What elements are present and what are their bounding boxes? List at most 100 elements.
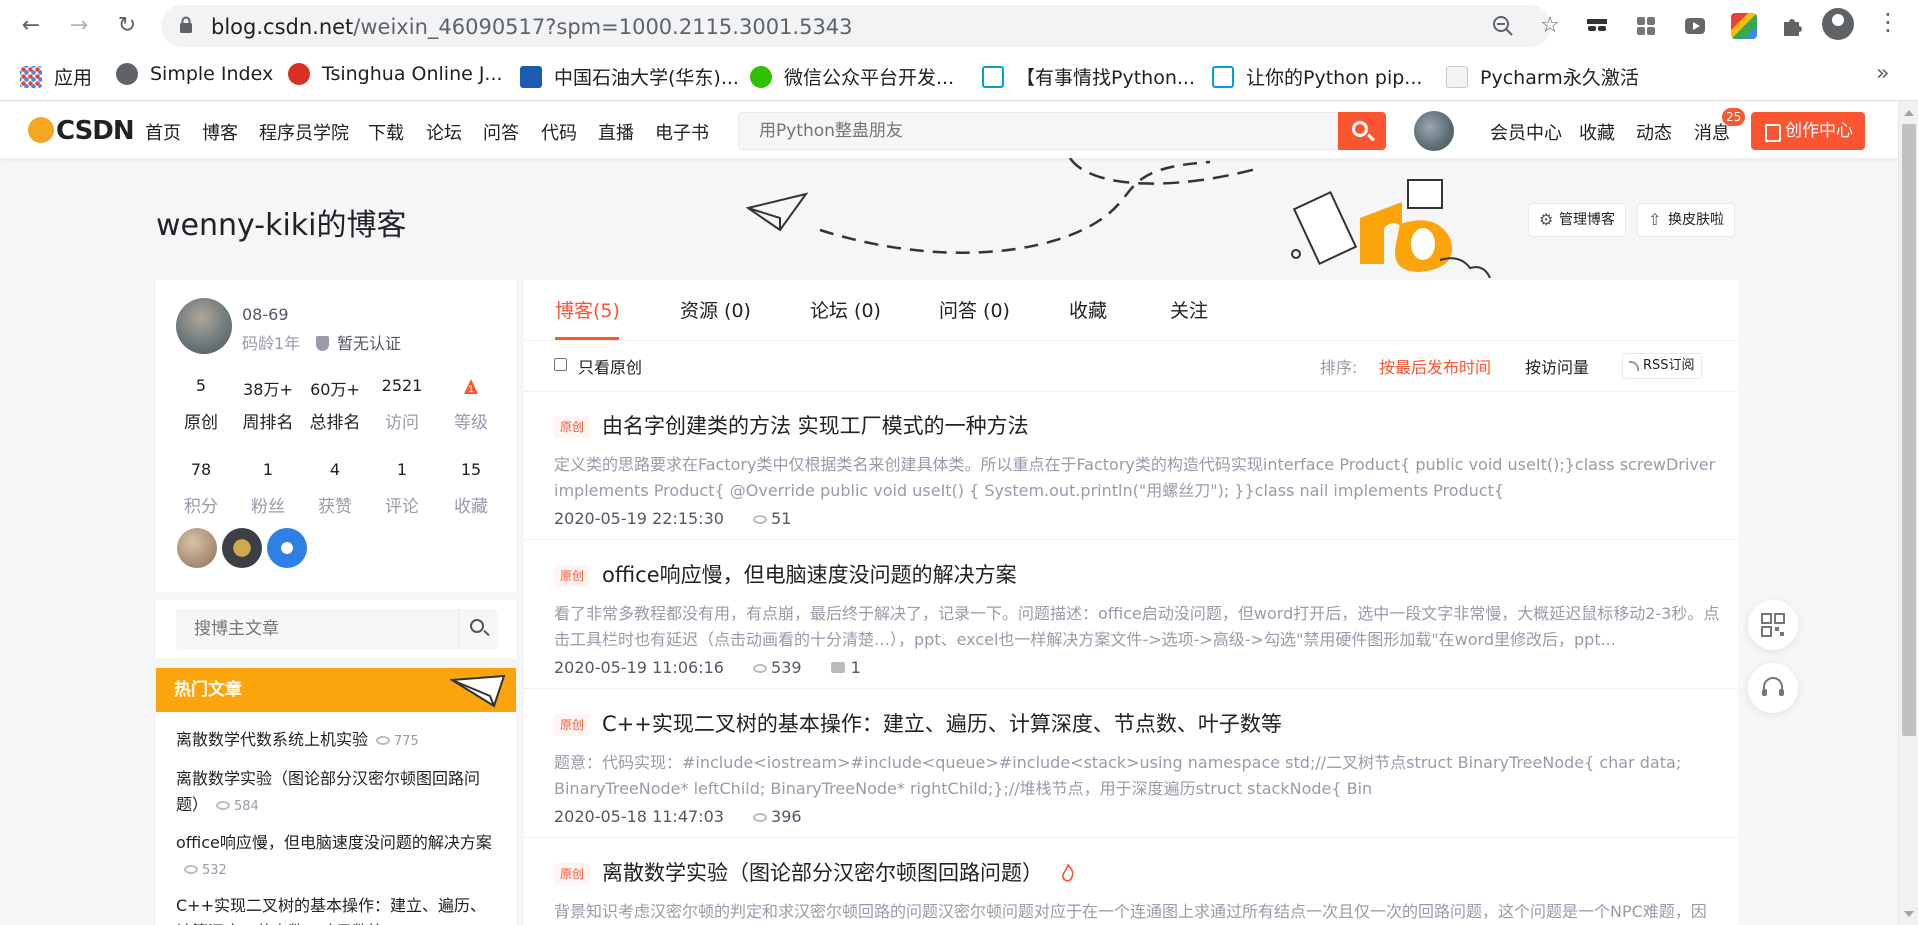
scroll-up-arrow-icon[interactable] [1904,110,1914,116]
article-item[interactable]: 原创 office响应慢，但电脑速度没问题的解决方案 看了非常多教程都没有用，有… [524,541,1738,689]
nav-vip-center[interactable]: 会员中心 [1490,119,1562,145]
nav-favorites[interactable]: 收藏 [1579,119,1615,145]
hot-article-item[interactable]: 离散数学代数系统上机实验 775 [176,727,496,755]
article-item[interactable]: 原创 C++实现二叉树的基本操作：建立、遍历、计算深度、节点数、叶子数等 题意：… [524,690,1738,838]
page-scrollbar[interactable] [1898,102,1918,925]
medal-blue-icon[interactable] [267,528,307,568]
bookmarks-bar: 应用 Simple Index Tsinghua Online J... 中国石… [0,55,1918,95]
rss-subscribe-button[interactable]: RSS订阅 [1622,353,1702,379]
hot-article-item[interactable]: 离散数学实验（图论部分汉密尔顿图回路问题） 584 [176,766,496,820]
site-search-button[interactable] [1338,112,1386,150]
hot-article-item[interactable]: C++实现二叉树的基本操作：建立、遍历、计算深度、节点数、叶子数等 [176,893,496,925]
stat-level[interactable]: 1 等级 [441,376,501,433]
bookmark-bilibili-1[interactable]: 【有事情找Python... [982,63,1195,90]
stat-comments[interactable]: 1 评论 [372,460,432,517]
stat-fans[interactable]: 1 粉丝 [238,460,298,517]
manage-blog-button[interactable]: ⚙ 管理博客 [1528,203,1626,237]
nav-ebook[interactable]: 电子书 [655,119,709,145]
profile-code-age: 码龄1年 [242,334,301,353]
bookmark-simple-index[interactable]: Simple Index [116,63,273,85]
customer-service-headset-icon[interactable] [1748,663,1798,713]
qrcode-icon[interactable] [1748,600,1798,650]
stat-visits[interactable]: 2521 访问 [372,376,432,433]
original-tag: 原创 [554,863,590,885]
article-views: 396 [771,807,802,826]
back-arrow-icon[interactable]: ← [14,8,48,42]
article-title[interactable]: 由名字创建类的方法 实现工厂模式的一种方法 [602,410,1029,440]
bookmark-label: 微信公众平台开发... [784,67,955,89]
bookmarks-overflow-icon[interactable]: » [1876,61,1889,86]
nav-qa[interactable]: 问答 [483,119,519,145]
tab-favorites[interactable]: 收藏 [1069,296,1107,323]
nav-forum[interactable]: 论坛 [426,119,462,145]
extension-video-icon[interactable] [1682,13,1708,39]
profile-avatar[interactable] [176,298,232,354]
reload-icon[interactable]: ↻ [110,8,144,42]
article-item[interactable]: 原创 离散数学实验（图论部分汉密尔顿图回路问题） 背景知识考虑汉密尔顿的判定和求… [524,839,1738,925]
bookmark-star-icon[interactable]: ☆ [1538,14,1562,38]
site-search-input[interactable] [739,113,1337,149]
nav-blog[interactable]: 博客 [202,119,238,145]
nav-live[interactable]: 直播 [598,119,634,145]
change-skin-button[interactable]: ⇧ 换皮肤啦 [1637,203,1735,237]
nav-code[interactable]: 代码 [541,119,577,145]
medal-year-icon[interactable] [222,528,262,568]
eye-icon [184,865,198,874]
tab-following[interactable]: 关注 [1170,296,1208,323]
stat-original[interactable]: 5 原创 [171,376,231,433]
extensions-puzzle-icon[interactable] [1779,13,1805,39]
article-meta: 2020-05-19 22:15:30 51 [554,509,791,528]
original-only-checkbox[interactable] [554,358,567,371]
bilibili-tv-icon [982,65,1004,88]
scroll-down-arrow-icon[interactable] [1904,911,1914,917]
csdn-logo[interactable]: CSDN [28,116,135,146]
forward-arrow-icon[interactable]: → [62,8,96,42]
stat-week-rank[interactable]: 38万+ 周排名 [238,376,298,433]
profile-cert: 暂无认证 [316,330,401,354]
nav-download[interactable]: 下载 [368,119,404,145]
nav-activity[interactable]: 动态 [1636,119,1672,145]
address-bar[interactable]: blog.csdn.net/weixin_46090517?spm=1000.2… [161,5,1560,47]
tab-forum[interactable]: 论坛 (0) [810,296,881,323]
bookmark-upc[interactable]: 中国石油大学(华东)... [520,63,739,90]
tab-blog[interactable]: 博客(5) [555,296,620,323]
stat-favorites[interactable]: 15 收藏 [441,460,501,517]
zoom-out-icon[interactable] [1491,14,1515,38]
article-item[interactable]: 原创 由名字创建类的方法 实现工厂模式的一种方法 定义类的思路要求在Factor… [524,392,1738,540]
extension-spy-icon[interactable] [1584,13,1610,39]
eye-icon [753,813,768,822]
stat-likes[interactable]: 4 获赞 [305,460,365,517]
article-date: 2020-05-19 22:15:30 [554,509,724,528]
bookmark-label: 应用 [54,67,93,89]
hot-article-item[interactable]: office响应慢，但电脑速度没问题的解决方案532 [176,830,496,884]
stat-total-rank[interactable]: 60万+ 总排名 [305,376,365,433]
article-title[interactable]: C++实现二叉树的基本操作：建立、遍历、计算深度、节点数、叶子数等 [602,708,1282,738]
tab-qa[interactable]: 问答 (0) [939,296,1010,323]
profile-avatar-icon[interactable] [1822,8,1854,40]
original-only-label[interactable]: 只看原创 [578,354,642,378]
sort-by-time[interactable]: 按最后发布时间 [1379,354,1491,378]
medal-pen-icon[interactable] [177,528,217,568]
article-title[interactable]: office响应慢，但电脑速度没问题的解决方案 [602,559,1017,589]
bookmark-tsinghua[interactable]: Tsinghua Online J... [288,63,503,85]
chrome-menu-icon[interactable]: ⋮ [1876,8,1900,36]
side-search-button[interactable] [458,609,498,649]
scrollbar-thumb[interactable] [1902,124,1916,736]
side-search-input[interactable] [176,609,456,649]
bookmark-pycharm[interactable]: Pycharm永久激活 [1446,63,1639,90]
nav-home[interactable]: 首页 [145,119,181,145]
bookmark-apps[interactable]: 应用 [20,63,92,90]
nav-academy[interactable]: 程序员学院 [259,119,349,145]
stat-points[interactable]: 78 积分 [171,460,231,517]
sort-by-views[interactable]: 按访问量 [1525,354,1589,378]
bookmark-wechat[interactable]: 微信公众平台开发... [750,63,954,90]
article-title[interactable]: 离散数学实验（图论部分汉密尔顿图回路问题） [602,857,1075,887]
extension-color-icon[interactable] [1731,13,1757,39]
create-center-button[interactable]: 创作中心 [1751,112,1865,150]
extension-grid-icon[interactable] [1633,13,1659,39]
tab-resources[interactable]: 资源 (0) [680,296,751,323]
header-doodle-illustration [745,158,1491,278]
bookmark-bilibili-2[interactable]: 让你的Python pip... [1212,63,1422,90]
hot-fire-icon [1062,864,1074,882]
user-avatar[interactable] [1414,111,1454,151]
